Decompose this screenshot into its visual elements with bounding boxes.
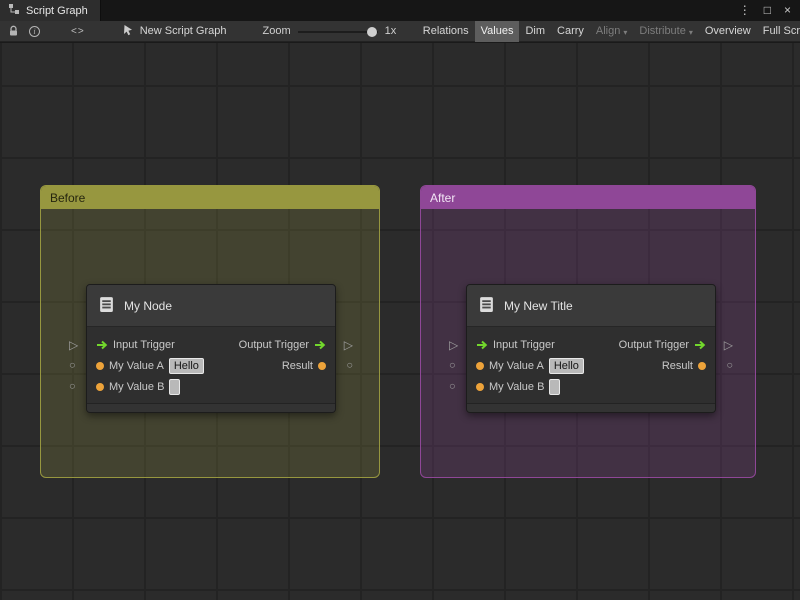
pointer-icon (123, 24, 134, 39)
trigger-arrow-icon (314, 340, 326, 350)
value-dot-icon (476, 382, 484, 391)
fullscreen-button[interactable]: Full Scr (757, 21, 800, 42)
graph-breadcrumb[interactable]: New Script Graph (123, 24, 227, 39)
node-row-triggers: ▷ Input Trigger Output Trigger ▷ (449, 334, 733, 355)
port-label: Output Trigger (238, 338, 309, 351)
zoom-slider-knob[interactable] (366, 26, 377, 37)
node-title: My Node (124, 298, 173, 313)
chevron-down-icon: ▾ (688, 27, 693, 37)
value-dot-icon (318, 361, 326, 370)
value-dot-icon (476, 361, 484, 370)
input-trigger-port[interactable]: ▷ (449, 339, 458, 351)
node-row-triggers: ▷ Input Trigger Output Trigger ▷ (69, 334, 353, 355)
trigger-arrow-icon (694, 340, 706, 350)
node-header[interactable]: My Node (87, 285, 335, 327)
value-dot-icon (96, 361, 104, 370)
align-button[interactable]: Align ▾ (590, 21, 633, 42)
zoom-slider-track (297, 30, 378, 33)
node-row-value-b: ○ My Value B (69, 376, 335, 397)
group-title: After (430, 190, 456, 205)
port-label: Result (281, 359, 313, 372)
value-b-field[interactable] (169, 378, 181, 395)
dim-button[interactable]: Dim (519, 21, 551, 42)
group-after-header[interactable]: After (421, 186, 755, 209)
overview-button[interactable]: Overview (699, 21, 757, 42)
info-icon[interactable]: i (24, 21, 45, 42)
port-label: My Value A (489, 359, 544, 372)
output-trigger-port[interactable]: ▷ (724, 339, 733, 351)
port-label: My Value B (109, 380, 165, 393)
value-dot-icon (96, 382, 104, 391)
script-graph-window: Script Graph ⋮ □ × i <> New Script Graph… (0, 0, 800, 600)
graph-name: New Script Graph (139, 25, 227, 37)
node-body: ▷ Input Trigger Output Trigger ▷ ○ My Va… (449, 327, 733, 397)
group-before[interactable]: Before My Node ▷ Input Trigger Output Tr… (40, 185, 380, 478)
maximize-icon[interactable]: □ (764, 0, 771, 21)
chevron-down-icon: ▾ (623, 27, 628, 37)
group-title: Before (50, 190, 86, 205)
value-b-port[interactable]: ○ (449, 381, 456, 392)
distribute-button[interactable]: Distribute ▾ (633, 21, 698, 42)
result-port[interactable]: ○ (726, 360, 733, 371)
close-icon[interactable]: × (784, 0, 791, 21)
port-label: Result (661, 359, 693, 372)
toolbar-buttons: Relations Values Dim Carry Align ▾ Distr… (417, 20, 800, 42)
output-trigger-port[interactable]: ▷ (344, 339, 353, 351)
relations-button[interactable]: Relations (417, 21, 475, 42)
lock-icon[interactable] (3, 21, 24, 42)
zoom-slider[interactable] (297, 21, 378, 42)
port-label: Input Trigger (493, 338, 555, 351)
tab-title: Script Graph (26, 4, 88, 17)
window-controls: ⋮ □ × (739, 0, 800, 21)
node-my-new-title[interactable]: My New Title ▷ Input Trigger Output Trig… (449, 284, 733, 413)
more-icon[interactable]: ⋮ (739, 0, 751, 21)
result-port[interactable]: ○ (346, 360, 353, 371)
node-icon (98, 296, 115, 316)
value-a-field[interactable]: Hello (168, 357, 204, 374)
port-label: My Value A (109, 359, 164, 372)
tab-bar: Script Graph ⋮ □ × (0, 0, 800, 21)
node-row-value-a: ○ My Value A Hello Result ○ (69, 355, 353, 376)
value-a-port[interactable]: ○ (449, 360, 456, 371)
value-b-port[interactable]: ○ (69, 381, 76, 392)
tab-script-graph[interactable]: Script Graph (0, 0, 101, 21)
value-b-field[interactable] (549, 378, 561, 395)
trigger-arrow-icon (96, 340, 108, 350)
port-label: My Value B (489, 380, 545, 393)
port-label: Output Trigger (618, 338, 689, 351)
values-button[interactable]: Values (474, 20, 520, 42)
node-body: ▷ Input Trigger Output Trigger ▷ ○ My Va… (69, 327, 353, 397)
port-label: Input Trigger (113, 338, 175, 351)
node-footer (467, 403, 715, 412)
graph-canvas[interactable]: Before My Node ▷ Input Trigger Output Tr… (0, 43, 800, 600)
zoom-control: Zoom 1x (263, 21, 397, 42)
trigger-arrow-icon (476, 340, 488, 350)
carry-button[interactable]: Carry (551, 21, 590, 42)
zoom-value: 1x (384, 25, 397, 37)
value-dot-icon (698, 361, 706, 370)
graph-toolbar: i <> New Script Graph Zoom 1x Relations … (0, 20, 800, 42)
input-trigger-port[interactable]: ▷ (69, 339, 78, 351)
node-row-value-b: ○ My Value B (449, 376, 715, 397)
node-title: My New Title (504, 298, 573, 313)
node-icon (478, 296, 495, 316)
node-footer (87, 403, 335, 412)
node-row-value-a: ○ My Value A Hello Result ○ (449, 355, 733, 376)
node-header[interactable]: My New Title (467, 285, 715, 327)
value-a-field[interactable]: Hello (548, 357, 584, 374)
value-a-port[interactable]: ○ (69, 360, 76, 371)
script-graph-icon (8, 3, 20, 18)
group-after[interactable]: After My New Title ▷ Input Trigger Outpu… (420, 185, 756, 478)
group-before-header[interactable]: Before (41, 186, 379, 209)
node-my-node[interactable]: My Node ▷ Input Trigger Output Trigger ▷… (69, 284, 353, 413)
zoom-label: Zoom (262, 25, 291, 37)
code-view-icon[interactable]: <> (71, 26, 85, 37)
